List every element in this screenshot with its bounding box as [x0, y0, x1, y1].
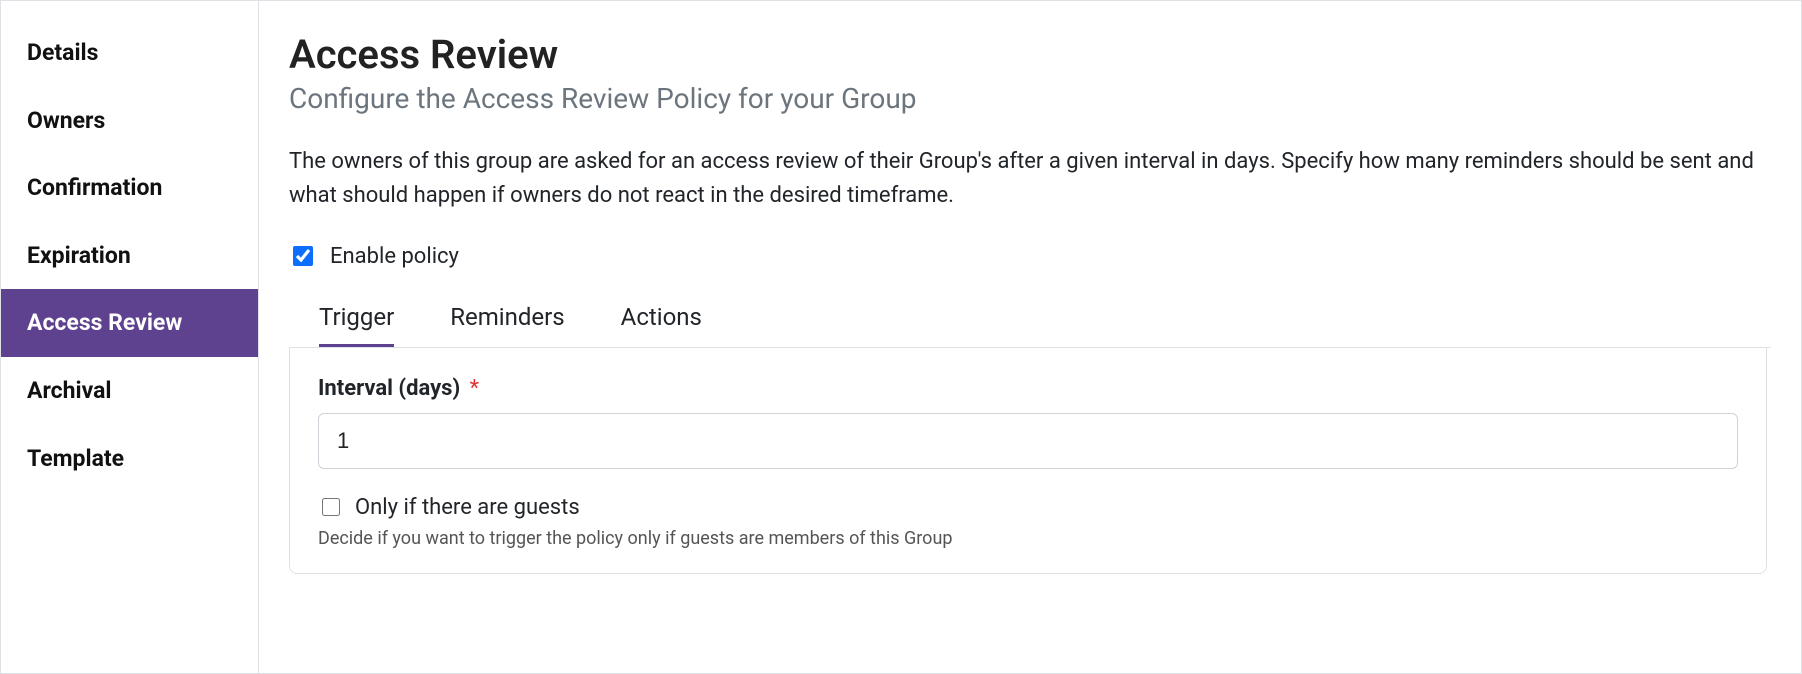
trigger-panel: Interval (days) * Only if there are gues… — [289, 348, 1767, 574]
sidebar-item-access-review[interactable]: Access Review — [1, 289, 258, 357]
only-guests-row: Only if there are guests — [318, 495, 1738, 520]
interval-input[interactable] — [318, 413, 1738, 469]
tab-actions[interactable]: Actions — [621, 297, 702, 347]
sidebar-item-details[interactable]: Details — [1, 19, 258, 87]
interval-label-text: Interval (days) — [318, 376, 460, 401]
interval-label: Interval (days) * — [318, 376, 1738, 401]
tabs: Trigger Reminders Actions — [289, 297, 1771, 348]
page-title: Access Review — [289, 31, 1771, 78]
sidebar-item-archival[interactable]: Archival — [1, 357, 258, 425]
only-guests-checkbox[interactable] — [322, 498, 340, 516]
enable-policy-label: Enable policy — [330, 244, 459, 269]
enable-policy-checkbox[interactable] — [293, 246, 313, 266]
tab-trigger[interactable]: Trigger — [319, 297, 394, 347]
only-guests-label: Only if there are guests — [355, 495, 580, 520]
main-content: Access Review Configure the Access Revie… — [259, 1, 1801, 673]
sidebar-item-template[interactable]: Template — [1, 425, 258, 493]
sidebar-item-confirmation[interactable]: Confirmation — [1, 154, 258, 222]
page-description: The owners of this group are asked for a… — [289, 145, 1771, 213]
only-guests-helper: Decide if you want to trigger the policy… — [318, 528, 1738, 549]
tab-reminders[interactable]: Reminders — [450, 297, 564, 347]
sidebar-item-owners[interactable]: Owners — [1, 87, 258, 155]
sidebar: Details Owners Confirmation Expiration A… — [1, 1, 259, 673]
sidebar-item-expiration[interactable]: Expiration — [1, 222, 258, 290]
required-marker: * — [470, 376, 479, 401]
enable-policy-row: Enable policy — [289, 243, 1771, 269]
app-root: Details Owners Confirmation Expiration A… — [0, 0, 1802, 674]
page-subtitle: Configure the Access Review Policy for y… — [289, 82, 1771, 115]
